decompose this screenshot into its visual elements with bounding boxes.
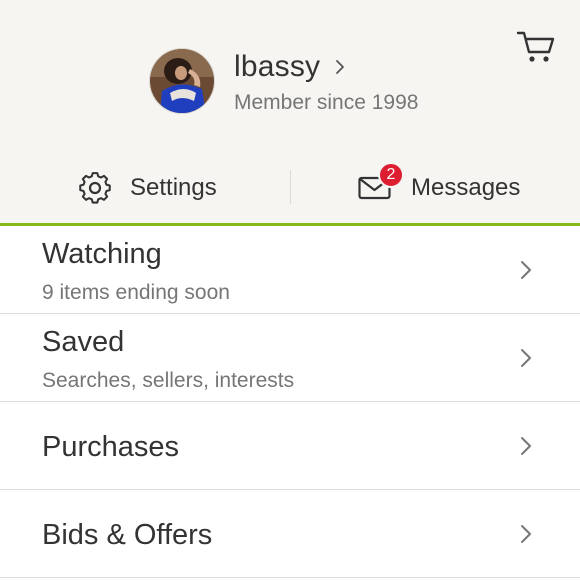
menu-item-watching[interactable]: Watching 9 items ending soon xyxy=(0,226,580,314)
tab-messages-label: Messages xyxy=(411,174,521,201)
member-since-text: Member since 1998 xyxy=(234,91,419,114)
chevron-right-icon xyxy=(521,261,531,279)
menu-item-subtitle: Searches, sellers, interests xyxy=(42,369,295,392)
menu-item-subtitle: 9 items ending soon xyxy=(42,281,230,304)
menu-item-title: Watching xyxy=(42,238,162,270)
username: lbassy xyxy=(234,50,321,83)
avatar[interactable] xyxy=(149,48,215,114)
tab-settings-label: Settings xyxy=(130,174,217,201)
chevron-right-icon xyxy=(521,349,531,367)
chevron-right-icon xyxy=(521,437,531,455)
menu-item-title: Bids & Offers xyxy=(42,519,213,551)
tab-divider xyxy=(290,170,291,204)
menu-item-bids-offers[interactable]: Bids & Offers xyxy=(0,490,580,578)
menu-item-title: Purchases xyxy=(42,431,180,463)
username-link[interactable]: lbassy xyxy=(234,48,346,86)
cart-icon xyxy=(516,31,555,62)
messages-icon-wrap: 2 xyxy=(358,162,404,200)
menu-item-title: Saved xyxy=(42,326,125,358)
tab-messages[interactable]: 2 Messages xyxy=(358,162,521,210)
menu-item-saved[interactable]: Saved Searches, sellers, interests xyxy=(0,314,580,402)
cart-button[interactable] xyxy=(516,30,556,64)
avatar-photo xyxy=(150,49,214,113)
menu-list: Watching 9 items ending soon Saved Searc… xyxy=(0,226,580,578)
menu-item-purchases[interactable]: Purchases xyxy=(0,402,580,490)
messages-badge: 2 xyxy=(378,162,404,188)
chevron-right-icon xyxy=(336,60,345,74)
tab-settings[interactable]: Settings xyxy=(78,166,217,210)
gear-icon xyxy=(79,172,111,204)
chevron-right-icon xyxy=(521,525,531,543)
